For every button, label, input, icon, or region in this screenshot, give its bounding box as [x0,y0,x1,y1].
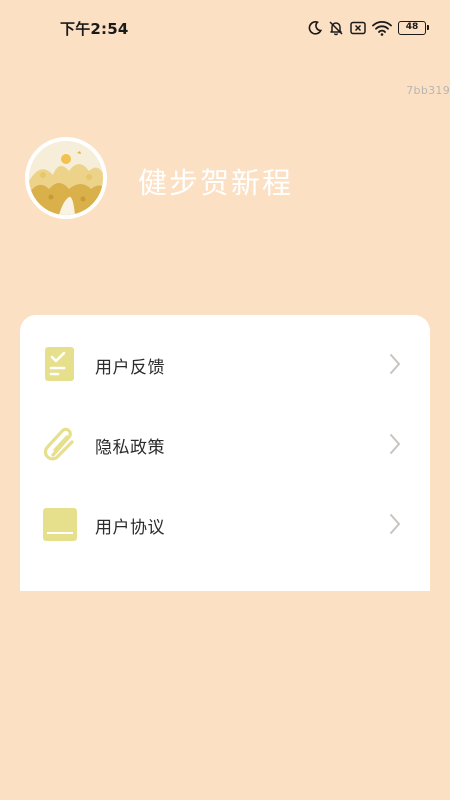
agreement-icon [42,506,78,542]
sim-off-icon [350,21,366,35]
avatar[interactable] [25,137,107,219]
wifi-icon [372,20,392,36]
menu-item-label: 用户反馈 [95,358,165,378]
menu-item-feedback[interactable]: 用户反馈 [20,334,430,394]
status-bar: 下午2:54 48 [0,0,450,56]
bell-muted-icon [328,20,344,36]
paperclip-icon [42,426,78,462]
menu-item-privacy-policy[interactable]: 隐私政策 [20,414,430,474]
menu-card: 用户反馈 隐私政策 用户协议 [20,315,430,591]
battery-icon: 48 [398,21,429,35]
chevron-right-icon [388,513,402,535]
feedback-clipboard-icon [42,346,78,382]
chevron-right-icon [388,353,402,375]
menu-item-label: 用户协议 [95,518,165,538]
moon-icon [308,21,322,35]
app-name: 健步贺新程 [138,166,294,200]
menu-item-label: 隐私政策 [95,438,165,458]
avatar-illustration-icon [29,141,103,215]
status-time: 下午2:54 [60,20,129,38]
menu-item-user-agreement[interactable]: 用户协议 [20,494,430,554]
build-id: 7bb319 [406,84,450,97]
chevron-right-icon [388,433,402,455]
status-icons: 48 [308,19,429,37]
